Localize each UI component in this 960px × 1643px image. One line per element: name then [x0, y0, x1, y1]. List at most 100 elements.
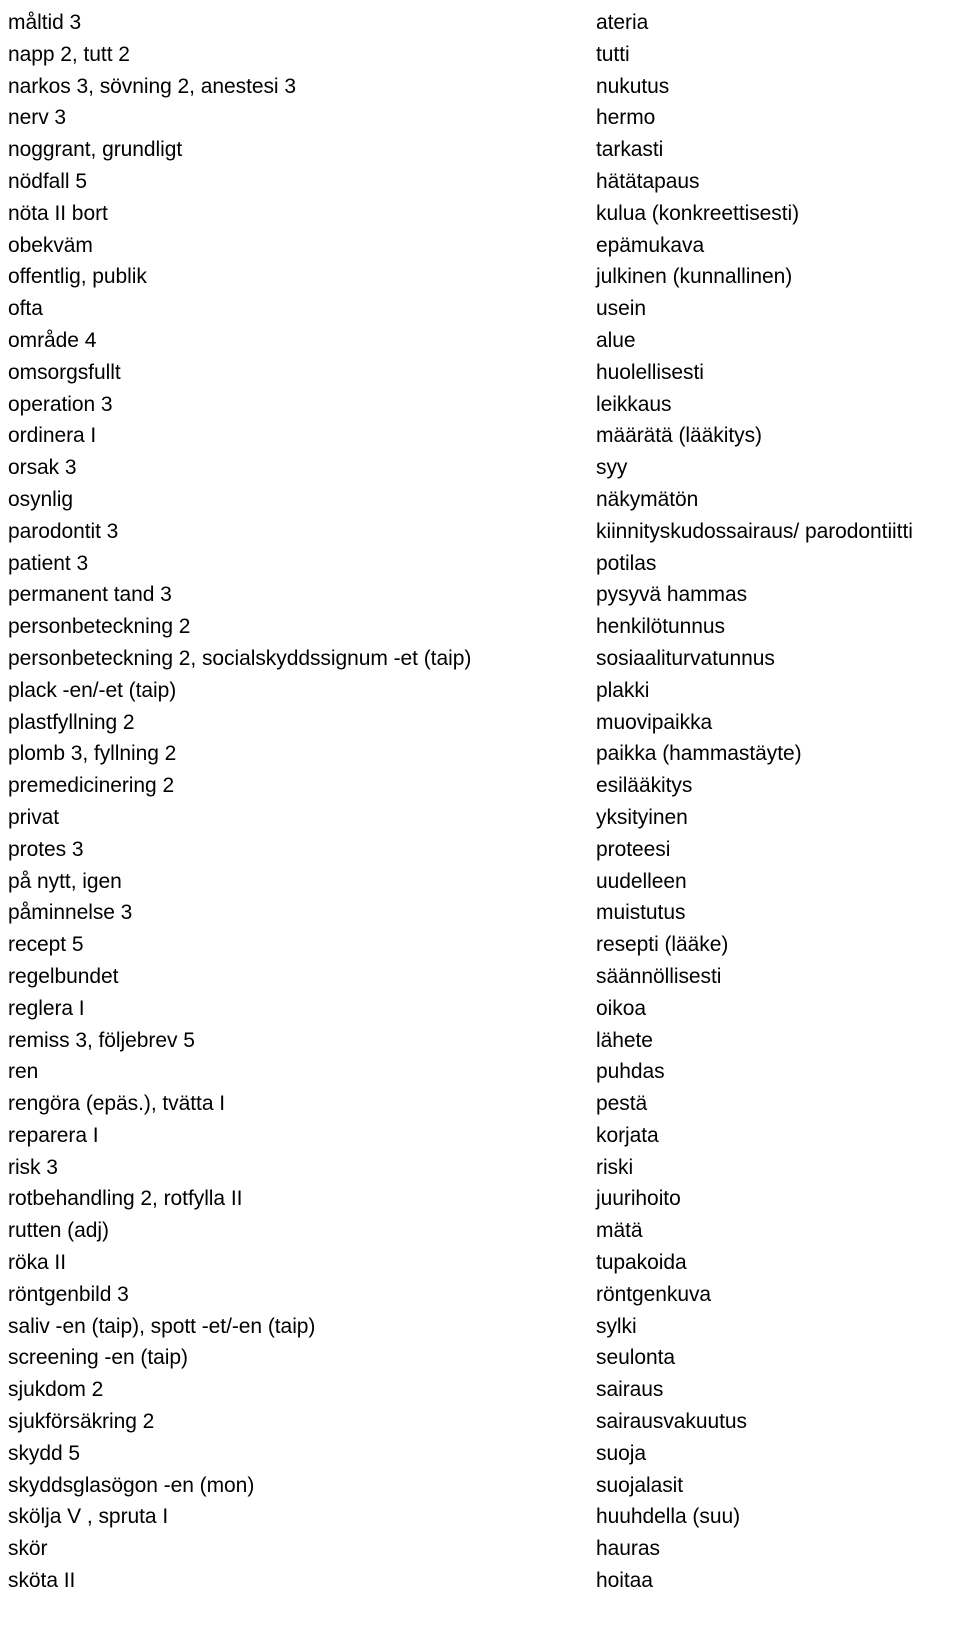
glossary-row: offentlig, publik julkinen (kunnallinen): [0, 261, 960, 293]
glossary-row: operation 3 leikkaus: [0, 389, 960, 421]
glossary-translation: huuhdella (suu): [596, 1505, 741, 1529]
glossary-term: orsak 3: [8, 456, 77, 480]
glossary-term: plomb 3, fyllning 2: [8, 742, 177, 766]
glossary-translation: resepti (lääke): [596, 933, 729, 957]
glossary-row: reglera I oikoa: [0, 993, 960, 1025]
glossary-translation: syy: [596, 456, 628, 480]
glossary-term: personbeteckning 2, socialskyddssignum -…: [8, 646, 472, 670]
glossary-term: sköta II: [8, 1569, 76, 1593]
glossary-term: omsorgsfullt: [8, 360, 121, 384]
glossary-translation: tutti: [596, 42, 630, 66]
glossary-term: rengöra (epäs.), tvätta I: [8, 1092, 226, 1116]
glossary-term: remiss 3, följebrev 5: [8, 1028, 195, 1052]
glossary-row: obekväm epämukava: [0, 230, 960, 262]
glossary-term: ordinera I: [8, 424, 97, 448]
glossary-translation: suoja: [596, 1441, 646, 1465]
glossary-row: omsorgsfullt huolellisesti: [0, 357, 960, 389]
glossary-term: recept 5: [8, 933, 84, 957]
glossary-term: på nytt, igen: [8, 869, 122, 893]
glossary-term: skör: [8, 1537, 48, 1561]
glossary-term: obekväm: [8, 233, 93, 257]
glossary-row: protes 3 proteesi: [0, 834, 960, 866]
glossary-term: noggrant, grundligt: [8, 138, 183, 162]
glossary-term: skyddsglasögon -en (mon): [8, 1473, 255, 1497]
glossary-term: regelbundet: [8, 964, 119, 988]
glossary-translation: sairaus: [596, 1378, 664, 1402]
glossary-translation: leikkaus: [596, 392, 672, 416]
glossary-row: plack -en/-et (taip) plakki: [0, 675, 960, 707]
glossary-translation: sylki: [596, 1314, 637, 1338]
glossary-term: operation 3: [8, 392, 113, 416]
glossary-translation: hermo: [596, 106, 656, 130]
glossary-row: nödfall 5 hätätapaus: [0, 166, 960, 198]
glossary-term: röntgenbild 3: [8, 1282, 129, 1306]
glossary-row: saliv -en (taip), spott -et/-en (taip) sy…: [0, 1311, 960, 1343]
glossary-row: påminnelse 3 muistutus: [0, 897, 960, 929]
glossary-row: skyddsglasögon -en (mon) suojalasit: [0, 1470, 960, 1502]
glossary-row: parodontit 3 kiinnityskudossairaus/ parod…: [0, 516, 960, 548]
glossary-translation: mätä: [596, 1219, 643, 1243]
glossary-row: permanent tand 3 pysyvä hammas: [0, 579, 960, 611]
glossary-row: röntgenbild 3 röntgenkuva: [0, 1279, 960, 1311]
glossary-row: recept 5 resepti (lääke): [0, 929, 960, 961]
glossary-row: napp 2, tutt 2 tutti: [0, 39, 960, 71]
glossary-row: ofta usein: [0, 293, 960, 325]
glossary-term: patient 3: [8, 551, 89, 575]
glossary-row: område 4 alue: [0, 325, 960, 357]
glossary-row: rutten (adj) mätä: [0, 1215, 960, 1247]
glossary-translation: paikka (hammastäyte): [596, 742, 802, 766]
glossary-translation: puhdas: [596, 1060, 665, 1084]
glossary-term: skölja V , spruta I: [8, 1505, 169, 1529]
glossary-row: personbeteckning 2 henkilötunnus: [0, 611, 960, 643]
glossary-translation: sosiaaliturvatunnus: [596, 646, 775, 670]
glossary-translation: epämukava: [596, 233, 705, 257]
glossary-translation: alue: [596, 328, 636, 352]
glossary-row: skör hauras: [0, 1533, 960, 1565]
glossary-translation: usein: [596, 297, 646, 321]
glossary-term: screening -en (taip): [8, 1346, 188, 1370]
glossary-row: sjukförsäkring 2 sairausvakuutus: [0, 1406, 960, 1438]
glossary-translation: hauras: [596, 1537, 660, 1561]
glossary-row: röka II tupakoida: [0, 1247, 960, 1279]
glossary-term: napp 2, tutt 2: [8, 42, 130, 66]
glossary-row: rengöra (epäs.), tvätta I pestä: [0, 1088, 960, 1120]
glossary-row: plastfyllning 2 muovipaikka: [0, 707, 960, 739]
glossary-row: narkos 3, sövning 2, anestesi 3 nukutus: [0, 71, 960, 103]
glossary-term: rotbehandling 2, rotfylla II: [8, 1187, 243, 1211]
glossary-row: skölja V , spruta I huuhdella (suu): [0, 1501, 960, 1533]
glossary-translation: muistutus: [596, 901, 686, 925]
glossary-term: saliv -en (taip), spott -et/-en (taip): [8, 1314, 316, 1338]
glossary-translation: uudelleen: [596, 869, 687, 893]
glossary-row: regelbundet säännöllisesti: [0, 961, 960, 993]
glossary-term: nöta II bort: [8, 201, 108, 225]
glossary-term: parodontit 3: [8, 519, 119, 543]
glossary-term: narkos 3, sövning 2, anestesi 3: [8, 74, 296, 98]
glossary-translation: seulonta: [596, 1346, 675, 1370]
glossary-translation: pestä: [596, 1092, 648, 1116]
glossary-term: sjukförsäkring 2: [8, 1410, 155, 1434]
glossary-translation: korjata: [596, 1123, 659, 1147]
glossary-term: plack -en/-et (taip): [8, 678, 177, 702]
glossary-translation: juurihoito: [596, 1187, 681, 1211]
glossary-row: orsak 3 syy: [0, 452, 960, 484]
glossary-term: skydd 5: [8, 1441, 81, 1465]
glossary-translation: esilääkitys: [596, 774, 693, 798]
glossary-translation: tupakoida: [596, 1251, 687, 1275]
glossary-translation: pysyvä hammas: [596, 583, 748, 607]
glossary-term: reglera I: [8, 996, 85, 1020]
glossary-row: sjukdom 2 sairaus: [0, 1374, 960, 1406]
glossary-term: sjukdom 2: [8, 1378, 104, 1402]
glossary-term: privat: [8, 805, 60, 829]
glossary-row: privat yksityinen: [0, 802, 960, 834]
glossary-term: reparera I: [8, 1123, 99, 1147]
glossary-translation: henkilötunnus: [596, 615, 725, 639]
glossary-translation: säännöllisesti: [596, 964, 722, 988]
glossary-translation: ateria: [596, 11, 649, 34]
glossary-term: påminnelse 3: [8, 901, 133, 925]
glossary-row: måltid 3 ateria: [0, 7, 960, 39]
glossary-row: personbeteckning 2, socialskyddssignum -…: [0, 643, 960, 675]
glossary-translation: kiinnityskudossairaus/ parodontiitti: [596, 519, 913, 543]
glossary-row: reparera I korjata: [0, 1120, 960, 1152]
glossary-translation: huolellisesti: [596, 360, 704, 384]
glossary-translation: määrätä (lääkitys): [596, 424, 762, 448]
